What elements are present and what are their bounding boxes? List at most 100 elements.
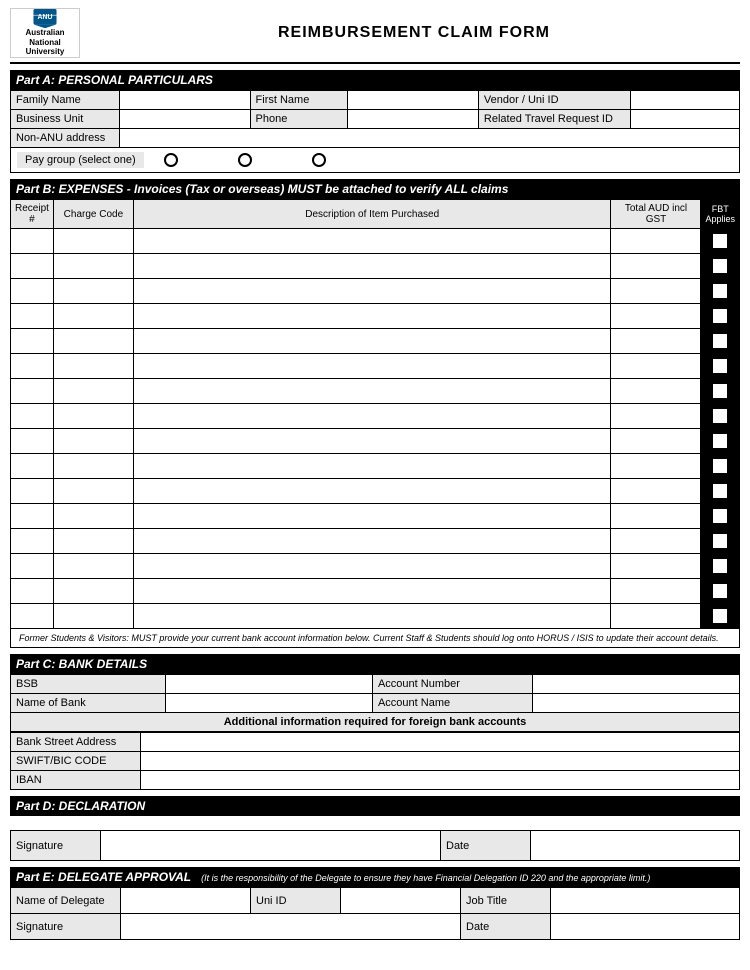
- expense-receipt-num[interactable]: [11, 354, 54, 379]
- expense-fbt-checkbox[interactable]: [712, 458, 728, 474]
- expense-total[interactable]: [611, 304, 701, 329]
- expense-description[interactable]: [133, 354, 611, 379]
- expense-description[interactable]: [133, 604, 611, 629]
- expense-fbt-checkbox[interactable]: [712, 358, 728, 374]
- expense-receipt-num[interactable]: [11, 254, 54, 279]
- uni-id-value[interactable]: [341, 888, 461, 914]
- expense-fbt-checkbox[interactable]: [712, 408, 728, 424]
- expense-total[interactable]: [611, 279, 701, 304]
- delegate-signature-value[interactable]: [121, 914, 461, 940]
- expense-description[interactable]: [133, 329, 611, 354]
- expense-receipt-num[interactable]: [11, 429, 54, 454]
- expense-fbt-checkbox[interactable]: [712, 283, 728, 299]
- expense-charge-code[interactable]: [53, 529, 133, 554]
- expense-description[interactable]: [133, 229, 611, 254]
- expense-receipt-num[interactable]: [11, 479, 54, 504]
- bsb-value[interactable]: [166, 675, 373, 694]
- related-travel-value[interactable]: [631, 110, 740, 129]
- phone-value[interactable]: [348, 110, 479, 129]
- expense-total[interactable]: [611, 254, 701, 279]
- radio-option-3[interactable]: [312, 153, 326, 167]
- expense-description[interactable]: [133, 404, 611, 429]
- expense-description[interactable]: [133, 479, 611, 504]
- expense-fbt-checkbox[interactable]: [712, 233, 728, 249]
- expense-total[interactable]: [611, 604, 701, 629]
- expense-description[interactable]: [133, 254, 611, 279]
- delegate-date-value[interactable]: [551, 914, 740, 940]
- expense-description[interactable]: [133, 304, 611, 329]
- expense-description[interactable]: [133, 554, 611, 579]
- expense-fbt-checkbox[interactable]: [712, 608, 728, 624]
- first-name-value[interactable]: [348, 91, 479, 110]
- radio-option-1[interactable]: [164, 153, 178, 167]
- expense-total[interactable]: [611, 479, 701, 504]
- account-number-value[interactable]: [533, 675, 740, 694]
- expense-description[interactable]: [133, 454, 611, 479]
- expense-receipt-num[interactable]: [11, 504, 54, 529]
- expense-charge-code[interactable]: [53, 354, 133, 379]
- expense-total[interactable]: [611, 404, 701, 429]
- expense-charge-code[interactable]: [53, 554, 133, 579]
- expense-description[interactable]: [133, 579, 611, 604]
- expense-receipt-num[interactable]: [11, 554, 54, 579]
- expense-total[interactable]: [611, 429, 701, 454]
- expense-charge-code[interactable]: [53, 604, 133, 629]
- expense-total[interactable]: [611, 229, 701, 254]
- expense-receipt-num[interactable]: [11, 529, 54, 554]
- expense-description[interactable]: [133, 279, 611, 304]
- expense-receipt-num[interactable]: [11, 454, 54, 479]
- expense-total[interactable]: [611, 554, 701, 579]
- expense-charge-code[interactable]: [53, 454, 133, 479]
- expense-fbt-checkbox[interactable]: [712, 583, 728, 599]
- expense-charge-code[interactable]: [53, 279, 133, 304]
- job-title-value[interactable]: [551, 888, 740, 914]
- expense-charge-code[interactable]: [53, 504, 133, 529]
- expense-charge-code[interactable]: [53, 429, 133, 454]
- expense-description[interactable]: [133, 379, 611, 404]
- expense-fbt-checkbox[interactable]: [712, 433, 728, 449]
- expense-fbt-checkbox[interactable]: [712, 308, 728, 324]
- expense-receipt-num[interactable]: [11, 579, 54, 604]
- expense-total[interactable]: [611, 579, 701, 604]
- expense-charge-code[interactable]: [53, 329, 133, 354]
- expense-charge-code[interactable]: [53, 379, 133, 404]
- vendor-uni-id-value[interactable]: [631, 91, 740, 110]
- expense-receipt-num[interactable]: [11, 279, 54, 304]
- account-name-value[interactable]: [533, 694, 740, 713]
- expense-total[interactable]: [611, 354, 701, 379]
- expense-receipt-num[interactable]: [11, 229, 54, 254]
- expense-fbt-checkbox[interactable]: [712, 508, 728, 524]
- expense-charge-code[interactable]: [53, 304, 133, 329]
- expense-total[interactable]: [611, 529, 701, 554]
- iban-value[interactable]: [141, 771, 740, 790]
- expense-charge-code[interactable]: [53, 254, 133, 279]
- expense-description[interactable]: [133, 429, 611, 454]
- date-value[interactable]: [531, 831, 740, 861]
- name-of-bank-value[interactable]: [166, 694, 373, 713]
- expense-receipt-num[interactable]: [11, 604, 54, 629]
- expense-receipt-num[interactable]: [11, 404, 54, 429]
- expense-fbt-checkbox[interactable]: [712, 383, 728, 399]
- family-name-value[interactable]: [120, 91, 251, 110]
- bank-street-value[interactable]: [141, 733, 740, 752]
- radio-option-2[interactable]: [238, 153, 252, 167]
- expense-fbt-checkbox[interactable]: [712, 333, 728, 349]
- expense-total[interactable]: [611, 379, 701, 404]
- expense-charge-code[interactable]: [53, 579, 133, 604]
- expense-receipt-num[interactable]: [11, 329, 54, 354]
- expense-description[interactable]: [133, 504, 611, 529]
- expense-total[interactable]: [611, 329, 701, 354]
- business-unit-value[interactable]: [120, 110, 251, 129]
- expense-charge-code[interactable]: [53, 404, 133, 429]
- expense-charge-code[interactable]: [53, 479, 133, 504]
- expense-fbt-checkbox[interactable]: [712, 258, 728, 274]
- name-of-delegate-value[interactable]: [121, 888, 251, 914]
- signature-value[interactable]: [101, 831, 441, 861]
- expense-fbt-checkbox[interactable]: [712, 483, 728, 499]
- swift-value[interactable]: [141, 752, 740, 771]
- expense-receipt-num[interactable]: [11, 304, 54, 329]
- expense-fbt-checkbox[interactable]: [712, 533, 728, 549]
- expense-total[interactable]: [611, 504, 701, 529]
- non-anu-value[interactable]: [120, 129, 740, 148]
- expense-receipt-num[interactable]: [11, 379, 54, 404]
